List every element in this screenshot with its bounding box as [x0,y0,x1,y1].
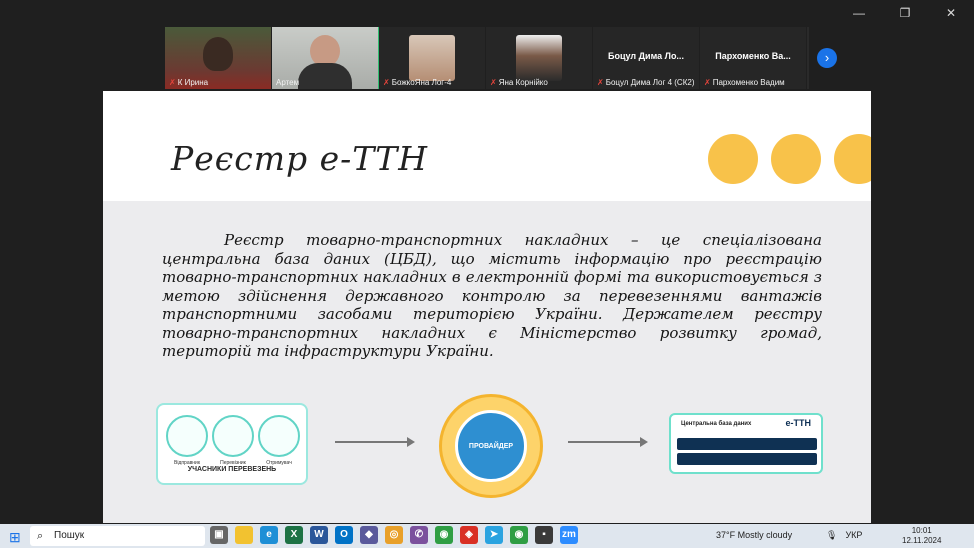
participant-display-name: Пархоменко Ва... [715,51,791,61]
system-tray: 🎙 УКР [826,530,862,541]
central-database-box: Центральна база даних е-TTH [669,413,823,474]
edge-icon[interactable]: e [260,526,278,544]
browser-icon[interactable]: ◎ [385,526,403,544]
file-explorer-icon[interactable] [235,526,253,544]
participants-label: УЧАСНИКИ ПЕРЕВЕЗЕНЬ [187,466,277,473]
participant-display-name: Боцул Дима Ло... [608,51,684,61]
participant-name: Артем [276,78,300,87]
participant-name: ✗ Пархоменко Вадим [704,78,785,87]
mic-muted-icon: ✗ [383,78,390,87]
receiver-icon: Отримувач [258,415,300,466]
shared-slide: Реєстр е-ТТН Реєстр товарно-транспортних… [103,91,871,523]
mic-muted-icon: ✗ [704,78,711,87]
weather-widget[interactable]: 37°F Mostly cloudy [716,530,792,540]
participant-name: ✗ К Ирина [169,78,209,87]
arrow-right-icon [335,437,415,447]
carrier-icon: Перевізник [212,415,254,466]
provider-label: ПРОВАЙДЕР [468,443,514,450]
word-icon[interactable]: W [310,526,328,544]
windows-start-icon[interactable]: ⊞ [9,529,21,546]
participant-tile[interactable]: Боцул Дима Ло... ✗ Боцул Дима Лог 4 (СК2) [593,27,700,89]
participant-tile[interactable]: ✗ Яна Корнійко [486,27,593,89]
database-title: Центральна база даних [681,421,752,427]
ettn-logo: е-TTH [785,418,812,428]
provider-circle: ПРОВАЙДЕР [455,410,527,482]
participant-name: ✗ БожкоЯна Лог-4 [383,78,452,87]
next-participants-button[interactable]: › [817,48,837,68]
chrome-icon[interactable]: ◉ [510,526,528,544]
chevron-right-icon: › [824,50,830,65]
close-button[interactable]: ✕ [928,4,974,22]
taskbar-search[interactable]: ⌕ Пошук [30,526,205,546]
language-indicator[interactable]: УКР [845,530,862,541]
server-rack-icon [677,453,817,465]
decor-circle [708,134,758,184]
pinned-apps: ▣ e X W O ◆ ◎ ✆ ◉ ◈ ➤ ◉ ▪ zm [210,526,578,544]
mic-muted-icon: ✗ [169,78,176,87]
minimize-button[interactable]: — [836,4,882,22]
participant-tile[interactable]: Пархоменко Ва... ✗ Пархоменко Вадим [700,27,807,89]
maximize-button[interactable]: ❐ [882,4,928,22]
provider-cycle: ПРОВАЙДЕР [439,394,543,498]
arrow-right-icon [568,437,648,447]
participant-name: ✗ Боцул Дима Лог 4 (СК2) [597,78,695,87]
participant-strip: ✗ К Ирина Артем ✗ БожкоЯна Лог-4 ✗ Яна Корн… [165,27,809,89]
mic-muted-icon: ✗ [490,78,497,87]
slide-body-text: Реєстр товарно-транспортних накладних – … [162,231,822,360]
chrome-icon[interactable]: ◉ [435,526,453,544]
task-view-icon[interactable]: ▣ [210,526,228,544]
outlook-icon[interactable]: O [335,526,353,544]
store-icon[interactable]: ◆ [360,526,378,544]
anydesk-icon[interactable]: ◈ [460,526,478,544]
mic-muted-icon: ✗ [597,78,604,87]
person-silhouette [203,37,233,71]
app-icon[interactable]: ▪ [535,526,553,544]
taskbar-clock[interactable]: 10:01 12.11.2024 [902,526,941,546]
participant-tile[interactable]: ✗ БожкоЯна Лог-4 [379,27,486,89]
decor-circle [771,134,821,184]
telegram-icon[interactable]: ➤ [485,526,503,544]
server-rack-icon [677,438,817,450]
avatar [409,35,455,81]
zoom-icon[interactable]: zm [560,526,578,544]
microphone-icon[interactable]: 🎙 [826,530,837,541]
viber-icon[interactable]: ✆ [410,526,428,544]
participant-tile[interactable]: Артем [272,27,379,89]
participant-tile[interactable]: ✗ К Ирина [165,27,272,89]
slide-title: Реєстр е-ТТН [171,139,429,178]
window-controls: — ❐ ✕ [836,4,974,22]
participant-name: ✗ Яна Корнійко [490,78,548,87]
taskbar: ⊞ ⌕ Пошук ▣ e X W O ◆ ◎ ✆ ◉ ◈ ➤ ◉ ▪ zm 3… [0,524,974,548]
search-icon: ⌕ [37,530,44,542]
sender-icon: Відправник [166,415,208,466]
avatar [516,35,562,81]
excel-icon[interactable]: X [285,526,303,544]
transport-participants-box: Відправник Перевізник Отримувач УЧАСНИКИ… [156,403,308,485]
